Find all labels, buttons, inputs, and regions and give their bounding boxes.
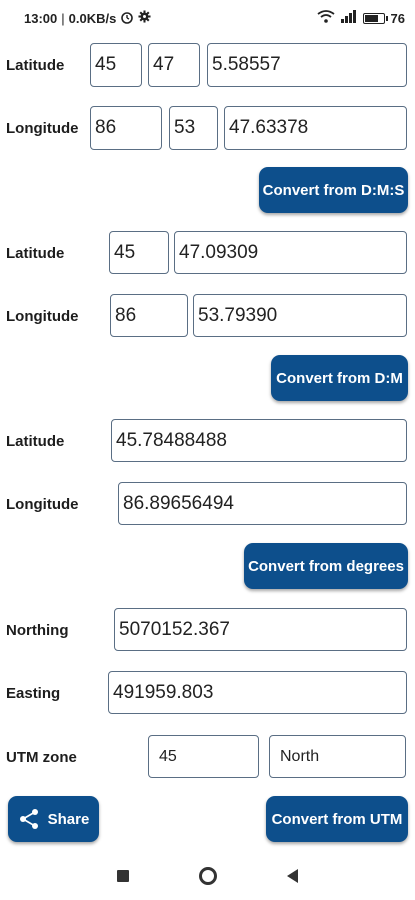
dms-lon-degrees-input[interactable]: 86: [90, 106, 162, 150]
convert-from-utm-button[interactable]: Convert from UTM: [266, 796, 408, 842]
deg-latitude-input[interactable]: 45.78488488: [111, 419, 407, 462]
deg-longitude-label: Longitude: [6, 496, 79, 513]
status-time: 13:00: [24, 10, 58, 26]
deg-latitude-label: Latitude: [6, 433, 65, 450]
share-icon: [18, 808, 40, 830]
share-button[interactable]: Share: [8, 796, 99, 842]
recents-square-icon[interactable]: [117, 870, 129, 882]
dms-latitude-label: Latitude: [6, 57, 65, 74]
status-left: 13:00 | 0.0KB/s: [24, 10, 151, 27]
dms-lon-seconds-input[interactable]: 47.63378: [224, 106, 407, 150]
gear-icon: [138, 10, 151, 26]
utm-northing-input[interactable]: 5070152.367: [114, 608, 407, 651]
dm-lat-minutes-input[interactable]: 47.09309: [174, 231, 407, 274]
dm-lon-minutes-input[interactable]: 53.79390: [193, 294, 407, 337]
battery-icon: [362, 12, 388, 24]
dms-longitude-label: Longitude: [6, 120, 79, 137]
utm-hemisphere-input[interactable]: North: [269, 735, 406, 778]
home-circle-icon[interactable]: [199, 867, 217, 885]
dms-lat-minutes-input[interactable]: 47: [148, 43, 200, 87]
convert-from-dms-button[interactable]: Convert from D:M:S: [259, 167, 408, 213]
system-navigation-bar: [0, 852, 415, 900]
utm-zone-label: UTM zone: [6, 749, 77, 766]
dm-latitude-label: Latitude: [6, 245, 65, 262]
share-label: Share: [47, 810, 90, 828]
convert-from-degrees-button[interactable]: Convert from degrees: [244, 543, 408, 589]
signal-icon: [340, 10, 357, 26]
dm-longitude-label: Longitude: [6, 308, 79, 325]
dm-lat-degrees-input[interactable]: 45: [109, 231, 169, 274]
dms-lat-seconds-input[interactable]: 5.58557: [207, 43, 407, 87]
battery-percent: 76: [390, 10, 405, 26]
wifi-icon: [316, 10, 335, 26]
status-network-speed: 0.0KB/s: [68, 10, 117, 26]
convert-from-dm-button[interactable]: Convert from D:M: [271, 355, 408, 401]
status-separator: |: [61, 10, 65, 26]
deg-longitude-input[interactable]: 86.89656494: [118, 482, 407, 525]
back-triangle-icon[interactable]: [287, 869, 298, 883]
dms-lon-minutes-input[interactable]: 53: [169, 106, 218, 150]
utm-northing-label: Northing: [6, 622, 69, 639]
dm-lon-degrees-input[interactable]: 86: [110, 294, 188, 337]
dms-lat-degrees-input[interactable]: 45: [90, 43, 142, 87]
utm-easting-input[interactable]: 491959.803: [108, 671, 407, 714]
status-right: 76: [316, 10, 405, 26]
utm-easting-label: Easting: [6, 685, 61, 702]
status-bar: 13:00 | 0.0KB/s 76: [0, 0, 415, 36]
alarm-icon: [120, 10, 134, 27]
utm-zone-input[interactable]: 45: [148, 735, 259, 778]
